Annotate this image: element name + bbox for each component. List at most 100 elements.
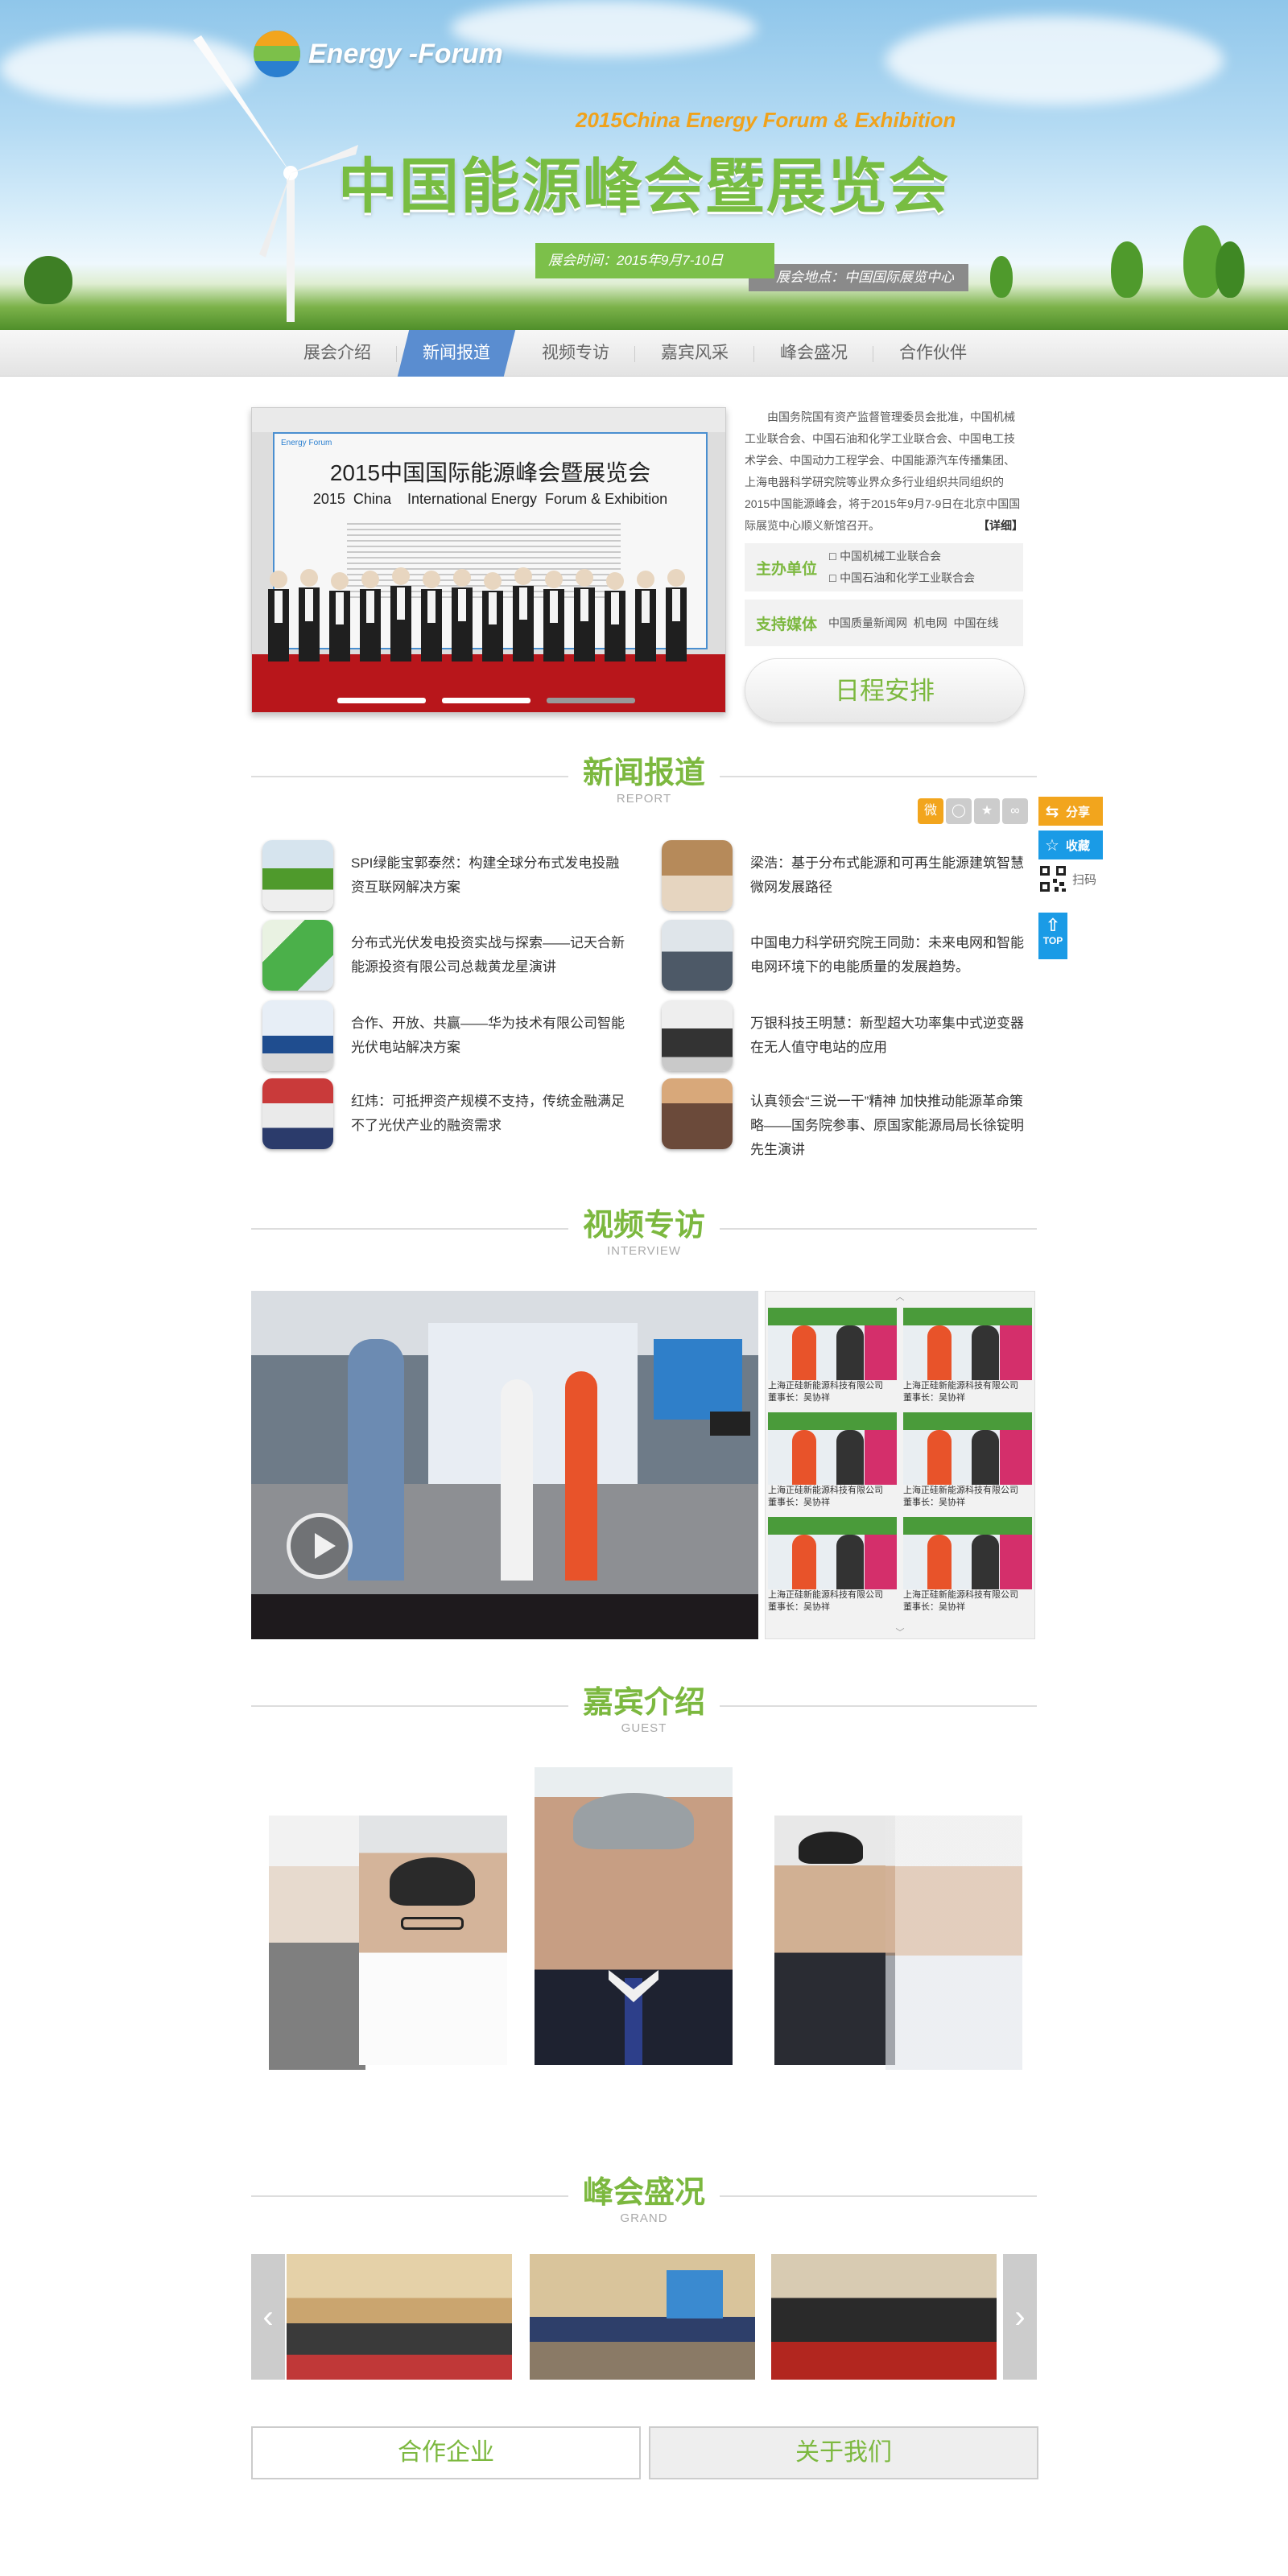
- tree: [1216, 241, 1245, 298]
- host-list: 中国机械工业联合会 中国石油和化学工业联合会: [828, 546, 975, 589]
- video-player[interactable]: [251, 1291, 758, 1639]
- nav-item-guests[interactable]: 嘉宾风采: [635, 330, 754, 377]
- news-title[interactable]: 梁浩：基于分布式能源和可再生能源建筑智慧微网发展路径: [750, 851, 1024, 900]
- qr-code-icon: [1038, 864, 1067, 893]
- intro-more-link[interactable]: 【详细】: [978, 515, 1023, 537]
- section-header-grand: 峰会盛况 GRAND: [251, 2173, 1037, 2225]
- news-thumbnail: [662, 920, 733, 991]
- favorite-button[interactable]: ☆ 收藏: [1038, 831, 1103, 859]
- top-label: TOP: [1042, 935, 1063, 946]
- nav-item-exhibition-intro[interactable]: 展会介绍: [278, 330, 397, 377]
- video-thumb[interactable]: 上海正硅新能源科技有限公司 董事长：吴协祥: [768, 1412, 897, 1512]
- section-subtitle: GUEST: [621, 1721, 667, 1735]
- guest-photo-featured[interactable]: [535, 1767, 733, 2065]
- share-label: 分享: [1066, 805, 1091, 819]
- nav-item-partners[interactable]: 合作伙伴: [873, 330, 993, 377]
- back-to-top-button[interactable]: ⇧ TOP: [1038, 913, 1067, 959]
- grand-photo[interactable]: [287, 2254, 512, 2380]
- arrow-up-icon: ⇧: [1045, 915, 1061, 935]
- slider-dot-active[interactable]: [337, 698, 426, 703]
- video-thumb-image: [903, 1308, 1032, 1380]
- nav-item-news[interactable]: 新闻报道: [397, 330, 516, 377]
- guest-photo[interactable]: [774, 1816, 895, 2065]
- nav-item-interview[interactable]: 视频专访: [516, 330, 635, 377]
- about-us-button[interactable]: 关于我们: [649, 2426, 1038, 2479]
- banner-slider[interactable]: Energy Forum 2015中国国际能源峰会暨展览会 2015 China…: [251, 407, 726, 713]
- nav-label: 嘉宾风采: [661, 344, 729, 362]
- news-item[interactable]: 合作、开放、共赢——华为技术有限公司智能光伏电站解决方案: [262, 1000, 633, 1071]
- video-thumb[interactable]: 上海正硅新能源科技有限公司 董事长：吴协祥: [768, 1308, 897, 1408]
- media-box: 支持媒体 中国质量新闻网 机电网 中国在线: [745, 600, 1023, 646]
- wechat-icon[interactable]: ◯: [946, 798, 972, 824]
- news-title[interactable]: 合作、开放、共赢——华为技术有限公司智能光伏电站解决方案: [351, 1012, 625, 1060]
- guest-photo[interactable]: [359, 1816, 507, 2065]
- nav-label: 峰会盛况: [780, 344, 848, 362]
- nav-label: 合作伙伴: [899, 344, 967, 362]
- exhibition-intro: 由国务院国有资产监督管理委员会批准，中国机械工业联合会、中国石油和化学工业联合会…: [745, 406, 1023, 537]
- news-title[interactable]: 认真领会“三说一干”精神 加快推动能源革命策略——国务院参事、原国家能源局局长徐…: [750, 1090, 1024, 1162]
- guest-photo[interactable]: [269, 1816, 365, 2070]
- video-thumb-image: [903, 1517, 1032, 1589]
- play-icon[interactable]: [287, 1513, 353, 1579]
- video-thumb-image: [768, 1412, 897, 1485]
- news-title[interactable]: 万银科技王明慧：新型超大功率集中式逆变器在无人值守电站的应用: [750, 1012, 1024, 1060]
- chevron-right-icon[interactable]: ›: [1003, 2254, 1037, 2380]
- tree: [990, 256, 1013, 298]
- share-icons: 微 ◯ ★ ∞: [918, 798, 1030, 824]
- section-subtitle: GRAND: [620, 2211, 668, 2225]
- news-item[interactable]: 中国电力科学研究院王同勋：未来电网和智能电网环境下的电能质量的发展趋势。: [662, 920, 1032, 991]
- video-thumb[interactable]: 上海正硅新能源科技有限公司 董事长：吴协祥: [768, 1517, 897, 1617]
- share-button[interactable]: ⇆ 分享: [1038, 797, 1103, 826]
- nav-item-grand[interactable]: 峰会盛况: [754, 330, 873, 377]
- news-title[interactable]: 中国电力科学研究院王同勋：未来电网和智能电网环境下的电能质量的发展趋势。: [750, 931, 1024, 979]
- schedule-button[interactable]: 日程安排: [745, 658, 1025, 723]
- nav-label: 展会介绍: [303, 344, 371, 362]
- media-label: 支持媒体: [756, 616, 818, 633]
- weibo-icon[interactable]: 微: [918, 798, 943, 824]
- chevron-up-icon[interactable]: ︿: [766, 1292, 1034, 1303]
- news-item[interactable]: 认真领会“三说一干”精神 加快推动能源革命策略——国务院参事、原国家能源局局长徐…: [662, 1078, 1032, 1162]
- guest-photo[interactable]: [886, 1816, 1022, 2070]
- board-title: 2015中国国际能源峰会暨展览会: [329, 460, 651, 485]
- news-item[interactable]: 分布式光伏发电投资实战与探索——记天合新能源投资有限公司总裁黄龙星演讲: [262, 920, 633, 991]
- star-outline-icon: ☆: [1045, 836, 1059, 855]
- media-list: 中国质量新闻网 机电网 中国在线: [828, 616, 999, 629]
- news-item[interactable]: 万银科技王明慧：新型超大功率集中式逆变器在无人值守电站的应用: [662, 1000, 1032, 1071]
- news-thumbnail: [662, 1078, 733, 1149]
- video-thumb-image: [903, 1412, 1032, 1485]
- nav-label: 新闻报道: [423, 344, 490, 362]
- news-title[interactable]: 分布式光伏发电投资实战与探索——记天合新能源投资有限公司总裁黄龙星演讲: [351, 931, 625, 979]
- star-icon[interactable]: ★: [974, 798, 1000, 824]
- scan-button[interactable]: 扫码: [1038, 861, 1103, 896]
- video-camera: [710, 1412, 750, 1436]
- video-thumb[interactable]: 上海正硅新能源科技有限公司 董事长：吴协祥: [903, 1517, 1032, 1617]
- slider-dot[interactable]: [442, 698, 530, 703]
- news-item[interactable]: SPI绿能宝郭泰然：构建全球分布式发电投融资互联网解决方案: [262, 840, 633, 911]
- news-title[interactable]: 红炜：可抵押资产规模不支持，传统金融满足不了光伏产业的融资需求: [351, 1090, 625, 1138]
- intro-text: 由国务院国有资产监督管理委员会批准，中国机械工业联合会、中国石油和化学工业联合会…: [745, 410, 1021, 532]
- news-item[interactable]: 梁浩：基于分布式能源和可再生能源建筑智慧微网发展路径: [662, 840, 1032, 911]
- news-title[interactable]: SPI绿能宝郭泰然：构建全球分布式发电投融资互联网解决方案: [351, 851, 625, 900]
- favorite-label: 收藏: [1066, 839, 1091, 853]
- grand-photo[interactable]: [771, 2254, 997, 2380]
- news-thumbnail: [662, 840, 733, 911]
- share-icon: ⇆: [1045, 802, 1059, 821]
- slider-dot[interactable]: [547, 698, 635, 703]
- video-person: [565, 1371, 597, 1581]
- chevron-left-icon[interactable]: ‹: [251, 2254, 285, 2380]
- site-logo[interactable]: Energy -Forum: [254, 31, 503, 77]
- logo-text: Energy -Forum: [308, 38, 503, 69]
- grand-photo[interactable]: [530, 2254, 755, 2380]
- video-company: 上海正硅新能源科技有限公司: [768, 1381, 883, 1391]
- video-person-name: 董事长：吴协祥: [903, 1498, 965, 1507]
- tree: [24, 256, 72, 304]
- video-thumb[interactable]: 上海正硅新能源科技有限公司 董事长：吴协祥: [903, 1308, 1032, 1408]
- main-nav: 展会介绍 新闻报道 视频专访 嘉宾风采 峰会盛况 合作伙伴: [0, 330, 1288, 377]
- link-icon[interactable]: ∞: [1002, 798, 1028, 824]
- scan-label: 扫码: [1072, 872, 1097, 887]
- news-item[interactable]: 红炜：可抵押资产规模不支持，传统金融满足不了光伏产业的融资需求: [262, 1078, 633, 1149]
- host-box: 主办单位 中国机械工业联合会 中国石油和化学工业联合会: [745, 543, 1023, 591]
- video-thumb[interactable]: 上海正硅新能源科技有限公司 董事长：吴协祥: [903, 1412, 1032, 1512]
- chevron-down-icon[interactable]: ﹀: [766, 1627, 1034, 1638]
- partners-button[interactable]: 合作企业: [251, 2426, 641, 2479]
